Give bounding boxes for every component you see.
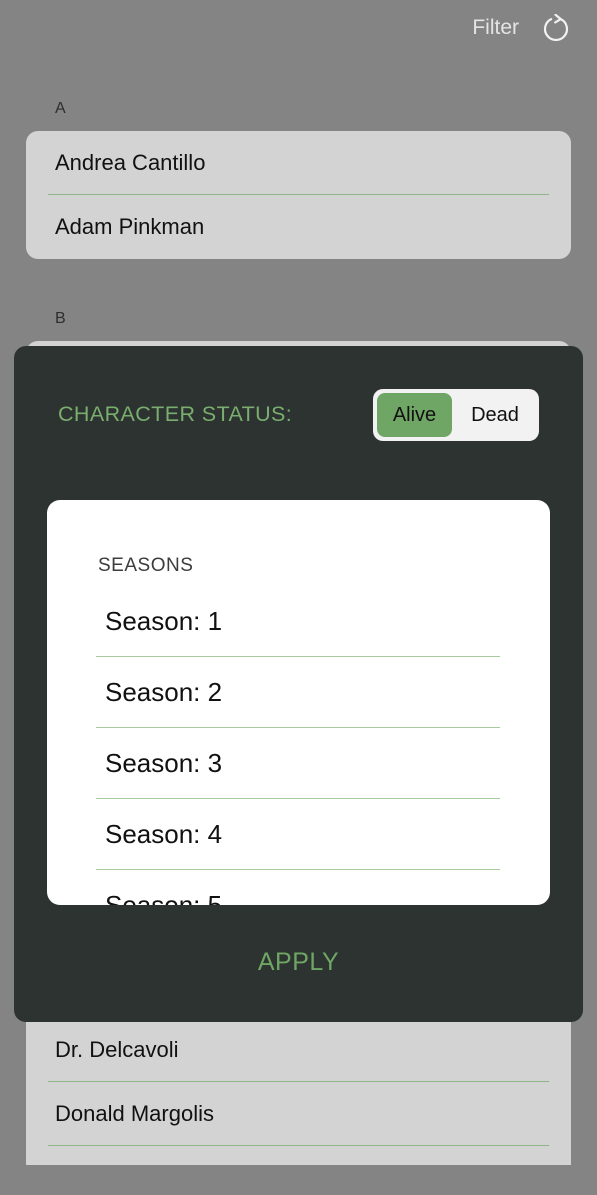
section-header-b: B [55,310,66,327]
season-option[interactable]: Season: 1 [96,586,500,657]
seasons-picker[interactable]: SEASONS Season: 1 Season: 2 Season: 3 Se… [47,500,550,905]
season-list: Season: 1 Season: 2 Season: 3 Season: 4 … [96,586,500,905]
section-header-a: A [55,100,66,117]
apply-button[interactable]: APPLY [14,948,583,977]
navigation-bar: Filter [0,0,597,60]
season-option[interactable]: Season: 3 [96,728,500,799]
list-item[interactable]: Dr. Delcavoli [26,1018,571,1082]
refresh-icon[interactable] [541,13,571,44]
status-alive-segment[interactable]: Alive [377,393,452,437]
season-option[interactable]: Season: 2 [96,657,500,728]
filter-sheet: CHARACTER STATUS: Alive Dead SEASONS Sea… [14,346,583,1022]
list-item[interactable]: Donald Margolis [26,1082,571,1146]
filter-button[interactable]: Filter [472,16,519,40]
seasons-header: SEASONS [98,555,194,576]
section-d-list: Dr. Delcavoli Donald Margolis [26,1018,571,1165]
status-segmented-control[interactable]: Alive Dead [373,389,539,441]
season-option[interactable]: Season: 5 [96,870,500,905]
status-dead-segment[interactable]: Dead [455,393,535,437]
character-status-label: CHARACTER STATUS: [58,402,293,426]
section-a-list: Andrea Cantillo Adam Pinkman [26,131,571,259]
season-option[interactable]: Season: 4 [96,799,500,870]
list-item[interactable]: Adam Pinkman [26,195,571,259]
list-item[interactable]: Andrea Cantillo [26,131,571,195]
